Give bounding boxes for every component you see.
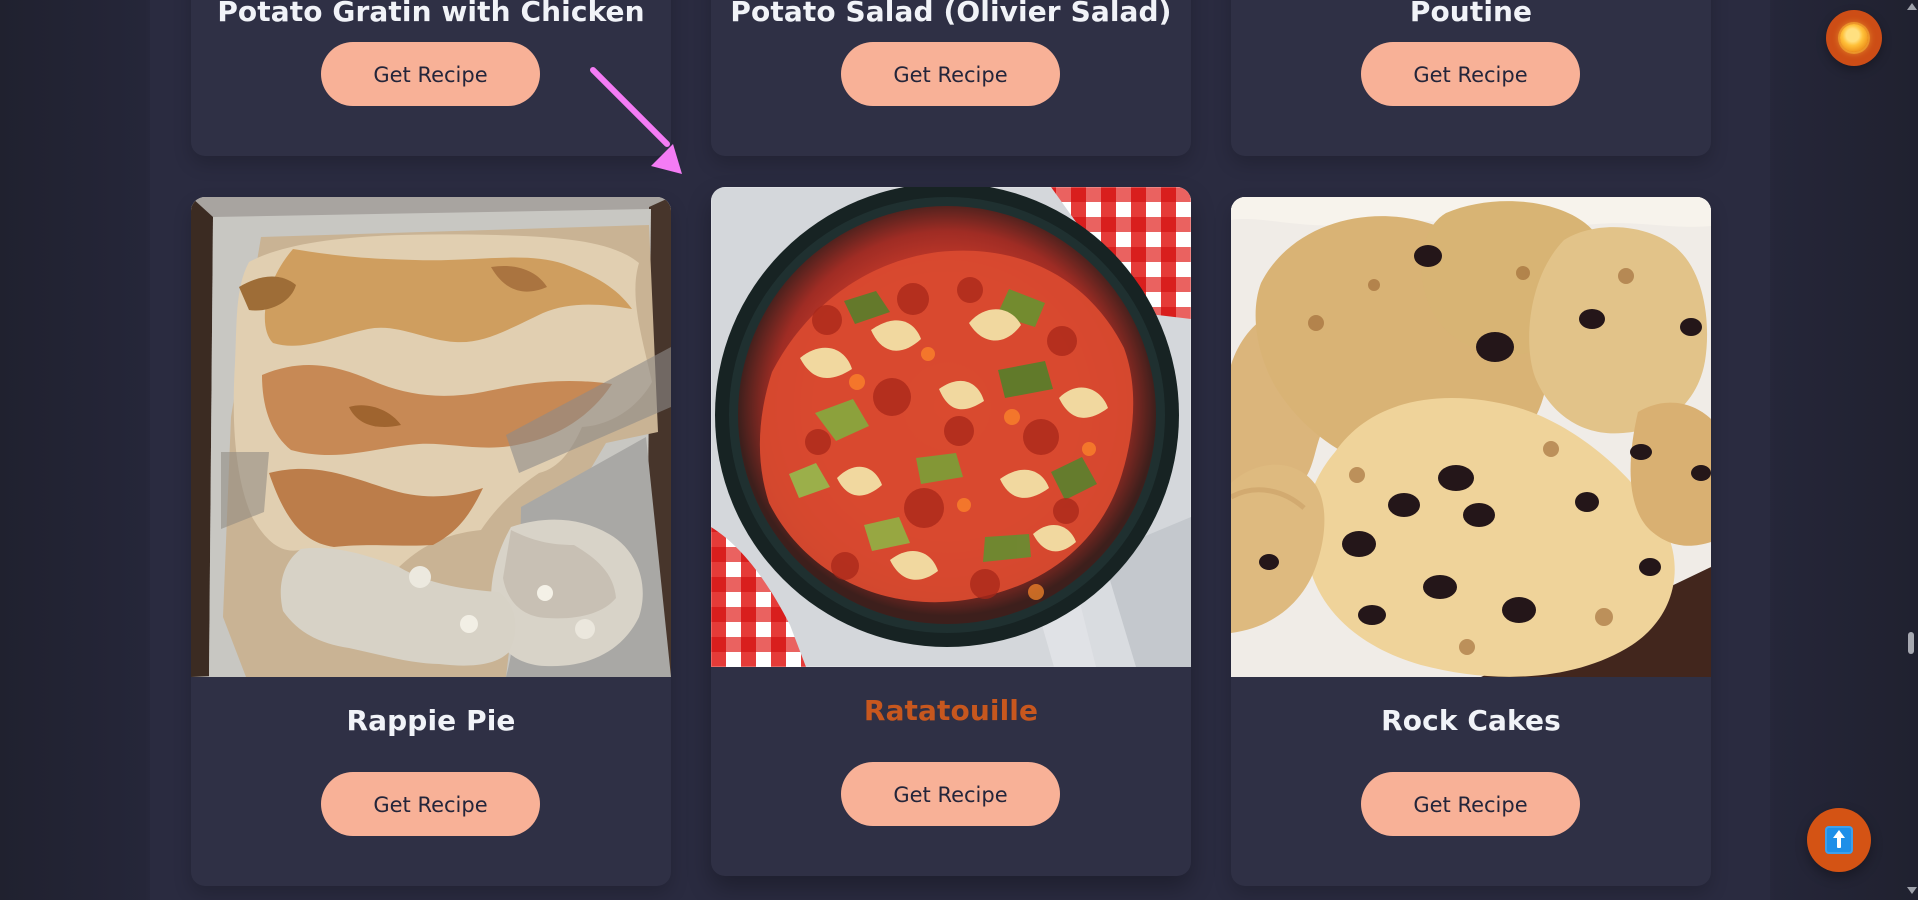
- recipe-grid: Potato Gratin with Chicken Get Recipe Po…: [150, 0, 1770, 900]
- recipe-title: Rock Cakes: [1381, 704, 1561, 737]
- recipe-card-rock-cakes: Rock Cakes Get Recipe: [1231, 197, 1711, 886]
- get-recipe-button[interactable]: Get Recipe: [1361, 42, 1580, 106]
- get-recipe-button[interactable]: Get Recipe: [321, 42, 540, 106]
- rappie-pie-photo: [191, 197, 671, 677]
- recipe-card-poutine: Poutine Get Recipe: [1231, 0, 1711, 156]
- get-recipe-button[interactable]: Get Recipe: [321, 772, 540, 836]
- theme-toggle-button[interactable]: [1826, 10, 1882, 66]
- rock-cakes-photo: [1231, 197, 1711, 677]
- scroll-down-arrow[interactable]: [1907, 887, 1917, 894]
- sun-icon: [1840, 24, 1868, 52]
- vertical-scrollbar[interactable]: [1904, 0, 1918, 900]
- rock-cakes-image: [1231, 197, 1711, 677]
- scrollbar-thumb[interactable]: [1908, 632, 1914, 654]
- scroll-up-arrow[interactable]: [1907, 3, 1917, 10]
- recipe-title: Poutine: [1409, 0, 1533, 28]
- ratatouille-image: [711, 187, 1191, 667]
- get-recipe-button[interactable]: Get Recipe: [841, 42, 1060, 106]
- recipe-title: Ratatouille: [863, 694, 1039, 727]
- recipe-card-potato-salad: Potato Salad (Olivier Salad) Get Recipe: [711, 0, 1191, 156]
- recipe-title: Rappie Pie: [346, 704, 516, 737]
- recipe-card-ratatouille: Ratatouille Get Recipe: [711, 187, 1191, 876]
- recipe-card-potato-gratin-with-chicken: Potato Gratin with Chicken Get Recipe: [191, 0, 671, 156]
- rappie-pie-image: [191, 197, 671, 677]
- recipe-page: Potato Gratin with Chicken Get Recipe Po…: [0, 0, 1918, 900]
- scroll-to-top-button[interactable]: [1807, 808, 1871, 872]
- ratatouille-photo: [711, 187, 1191, 667]
- get-recipe-button[interactable]: Get Recipe: [1361, 772, 1580, 836]
- recipe-title: Potato Salad (Olivier Salad): [730, 0, 1172, 28]
- get-recipe-button[interactable]: Get Recipe: [841, 762, 1060, 826]
- recipe-title: Potato Gratin with Chicken: [217, 0, 645, 28]
- arrow-up-icon: [1825, 826, 1853, 854]
- recipe-card-rappie-pie: Rappie Pie Get Recipe: [191, 197, 671, 886]
